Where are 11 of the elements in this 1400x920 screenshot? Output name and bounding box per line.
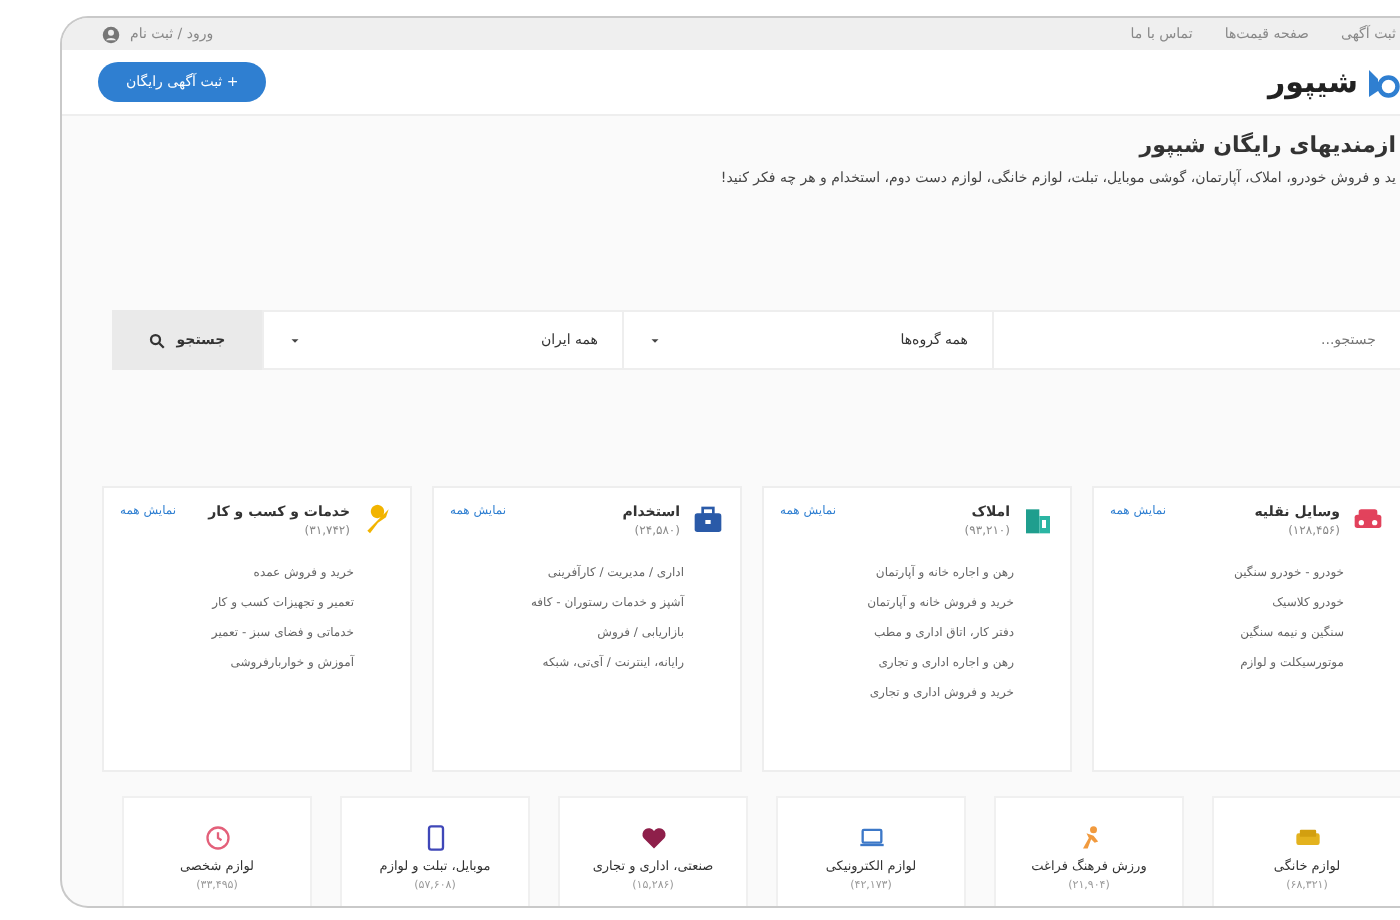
- search-icon: [148, 331, 167, 349]
- logo-text[interactable]: شیپور: [1267, 64, 1358, 100]
- briefcase-icon: [692, 504, 724, 536]
- building-icon: [1022, 504, 1054, 536]
- caret-icon: [648, 333, 662, 347]
- clock-icon: [203, 824, 231, 852]
- user-icon: [102, 25, 120, 43]
- heart-icon: [639, 824, 667, 852]
- caret-icon: [288, 333, 302, 347]
- laptop-icon: [857, 824, 885, 852]
- page-heading: ازمندیهای رایگان شیپور: [1136, 132, 1396, 158]
